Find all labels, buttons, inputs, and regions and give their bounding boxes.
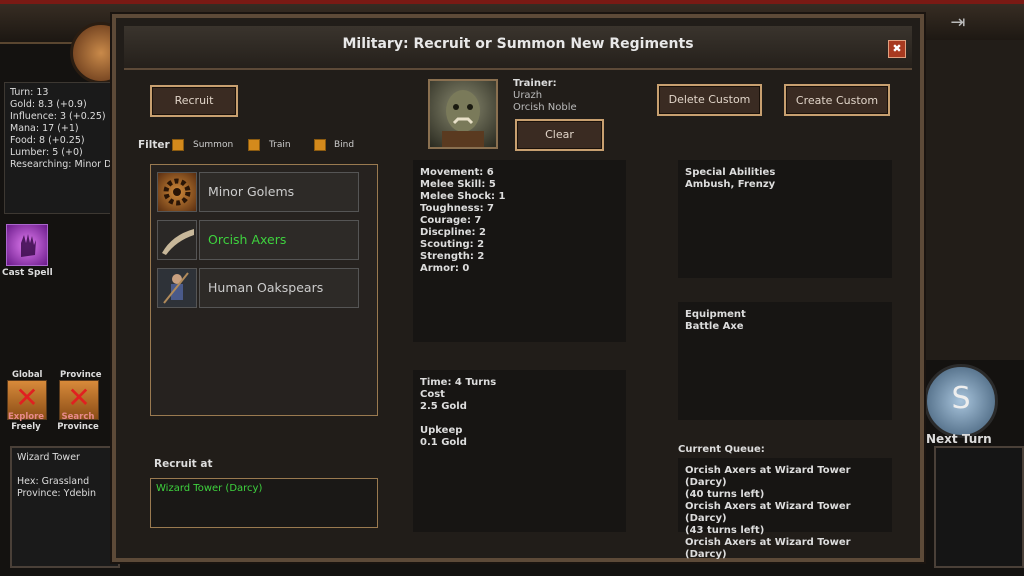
queue-item-turns: (40 turns left) [685,489,765,500]
gear-icon [157,172,197,212]
train-label: Train [269,140,291,150]
cost-box: Time: 4 Turns Cost 2.5 Gold Upkeep 0.1 G… [413,370,626,532]
upkeep-label: Upkeep [420,425,463,436]
upkeep-value: 0.1 Gold [420,437,467,448]
hex-location-name: Wizard Tower [17,452,80,463]
recruit-at-list[interactable]: Wizard Tower (Darcy) [150,478,378,528]
dialog-title: Military: Recruit or Summon New Regiment… [342,36,694,52]
unit-row-human-oakspears[interactable]: Human Oakspears [157,268,361,308]
bind-checkbox[interactable] [314,139,326,151]
close-button[interactable]: ✖ [888,40,906,58]
train-checkbox[interactable] [248,139,260,151]
exit-icon[interactable]: ⇥ [946,12,970,34]
cast-spell-icon[interactable] [6,224,48,266]
stat-armor: Armor: 0 [420,263,470,274]
stat-courage: Courage: 7 [420,215,482,226]
queue-item[interactable]: Orcish Axers at Wizard Tower (Darcy) [685,465,885,489]
next-turn-label[interactable]: Next Turn [926,432,992,446]
equipment-box: Equipment Battle Axe [678,302,892,420]
trainer-label: Trainer: [513,78,557,89]
hex-info-panel: Wizard Tower Hex: Grassland Province: Yd… [10,446,120,568]
stat-turn: Turn: 13 [10,87,49,98]
stat-melee-skill: Melee Skill: 5 [420,179,496,190]
hex-terrain: Hex: Grassland [17,476,90,487]
spearman-icon [157,268,197,308]
trainer-title: Orcish Noble [513,102,577,113]
right-background [920,40,1024,360]
summon-label: Summon [193,140,234,150]
delete-custom-button[interactable]: Delete Custom [657,84,762,116]
queue-item[interactable]: Orcish Axers at Wizard Tower (Darcy) [685,501,885,525]
unit-name-selected: Orcish Axers [199,220,359,260]
stat-food: Food: 8 (+0.25) [10,135,85,146]
bind-label: Bind [334,140,355,150]
stat-toughness: Toughness: 7 [420,203,495,214]
cast-spell-label: Cast Spell [2,268,53,278]
trainer-info: Trainer: Urazh Orcish Noble [513,78,577,114]
stat-gold: Gold: 8.3 (+0.9) [10,99,87,110]
stat-mana: Mana: 17 (+1) [10,123,79,134]
queue-item-turns: (43 turns left) [685,525,765,536]
special-abilities-value: Ambush, Frenzy [685,179,776,190]
summon-checkbox[interactable] [172,139,184,151]
explore-freely-label: Explore Freely [7,412,45,432]
top-accent [0,0,1024,4]
recruit-location-item[interactable]: Wizard Tower (Darcy) [156,483,372,494]
unit-stats-box: Movement: 6 Melee Skill: 5 Melee Shock: … [413,160,626,342]
unit-name: Human Oakspears [199,268,359,308]
search-province-label: Search Province [57,412,99,432]
create-custom-button[interactable]: Create Custom [784,84,890,116]
unit-row-minor-golems[interactable]: Minor Golems [157,172,361,212]
queue-label: Current Queue: [678,444,765,455]
stat-movement: Movement: 6 [420,167,494,178]
stat-discipline: Discpline: 2 [420,227,486,238]
province-label: Province [60,370,102,380]
stat-scouting: Scouting: 2 [420,239,485,250]
queue-box[interactable]: Orcish Axers at Wizard Tower (Darcy) (40… [678,458,892,560]
right-info-panel [934,446,1024,568]
stat-melee-shock: Melee Shock: 1 [420,191,506,202]
disabled-x-icon: ✕ [67,381,91,414]
disabled-x-icon: ✕ [15,381,39,414]
cost-value: 2.5 Gold [420,401,467,412]
unit-row-orcish-axers[interactable]: Orcish Axers [157,220,361,260]
filter-label: Filter [138,139,170,151]
stat-influence: Influence: 3 (+0.25) [10,111,106,122]
stat-researching: Researching: Minor D [10,159,112,170]
horn-icon [157,220,197,260]
recruit-at-label: Recruit at [154,458,213,470]
cost-label: Cost [420,389,445,400]
equipment-value: Battle Axe [685,321,744,332]
next-turn-clock-icon[interactable]: S [924,364,998,438]
stat-lumber: Lumber: 5 (+0) [10,147,83,158]
special-abilities-box: Special Abilities Ambush, Frenzy [678,160,892,278]
trainer-name: Urazh [513,90,543,101]
trainer-portrait [428,79,498,149]
clear-button[interactable]: Clear [515,119,604,151]
special-abilities-label: Special Abilities [685,167,776,178]
global-label: Global [12,370,43,380]
recruit-time: Time: 4 Turns [420,377,497,388]
resource-stats-panel: Turn: 13 Gold: 8.3 (+0.9) Influence: 3 (… [4,82,114,214]
unit-name: Minor Golems [199,172,359,212]
hex-province: Province: Ydebin [17,488,97,499]
stat-strength: Strength: 2 [420,251,485,262]
equipment-label: Equipment [685,309,746,320]
recruit-button[interactable]: Recruit [150,85,238,117]
queue-item[interactable]: Orcish Axers at Wizard Tower (Darcy) [685,537,885,561]
